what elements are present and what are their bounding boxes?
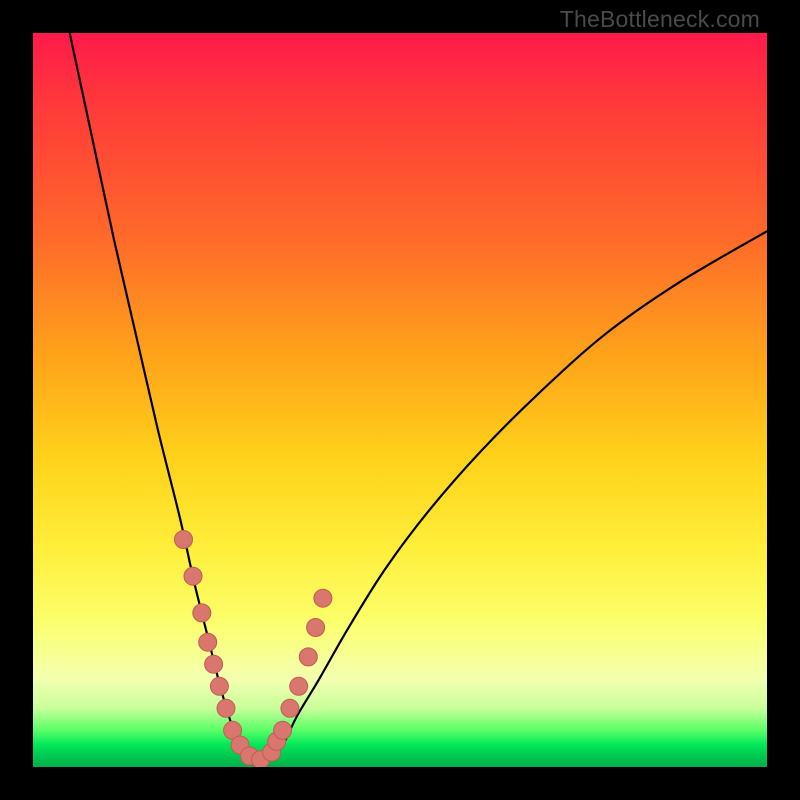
highlight-dot	[205, 655, 223, 673]
highlight-dot	[274, 721, 292, 739]
curve-layer	[33, 33, 767, 767]
highlight-dot	[281, 699, 299, 717]
plot-area	[33, 33, 767, 767]
highlight-dots	[175, 531, 332, 768]
bottleneck-curve	[70, 33, 767, 761]
highlight-dot	[193, 604, 211, 622]
highlight-dot	[314, 589, 332, 607]
highlight-dot	[199, 633, 217, 651]
highlight-dot	[290, 677, 308, 695]
highlight-dot	[210, 677, 228, 695]
highlight-dot	[307, 619, 325, 637]
highlight-dot	[184, 567, 202, 585]
chart-frame: TheBottleneck.com	[0, 0, 800, 800]
highlight-dot	[299, 648, 317, 666]
highlight-dot	[175, 531, 193, 549]
watermark-text: TheBottleneck.com	[560, 6, 760, 33]
highlight-dot	[217, 699, 235, 717]
